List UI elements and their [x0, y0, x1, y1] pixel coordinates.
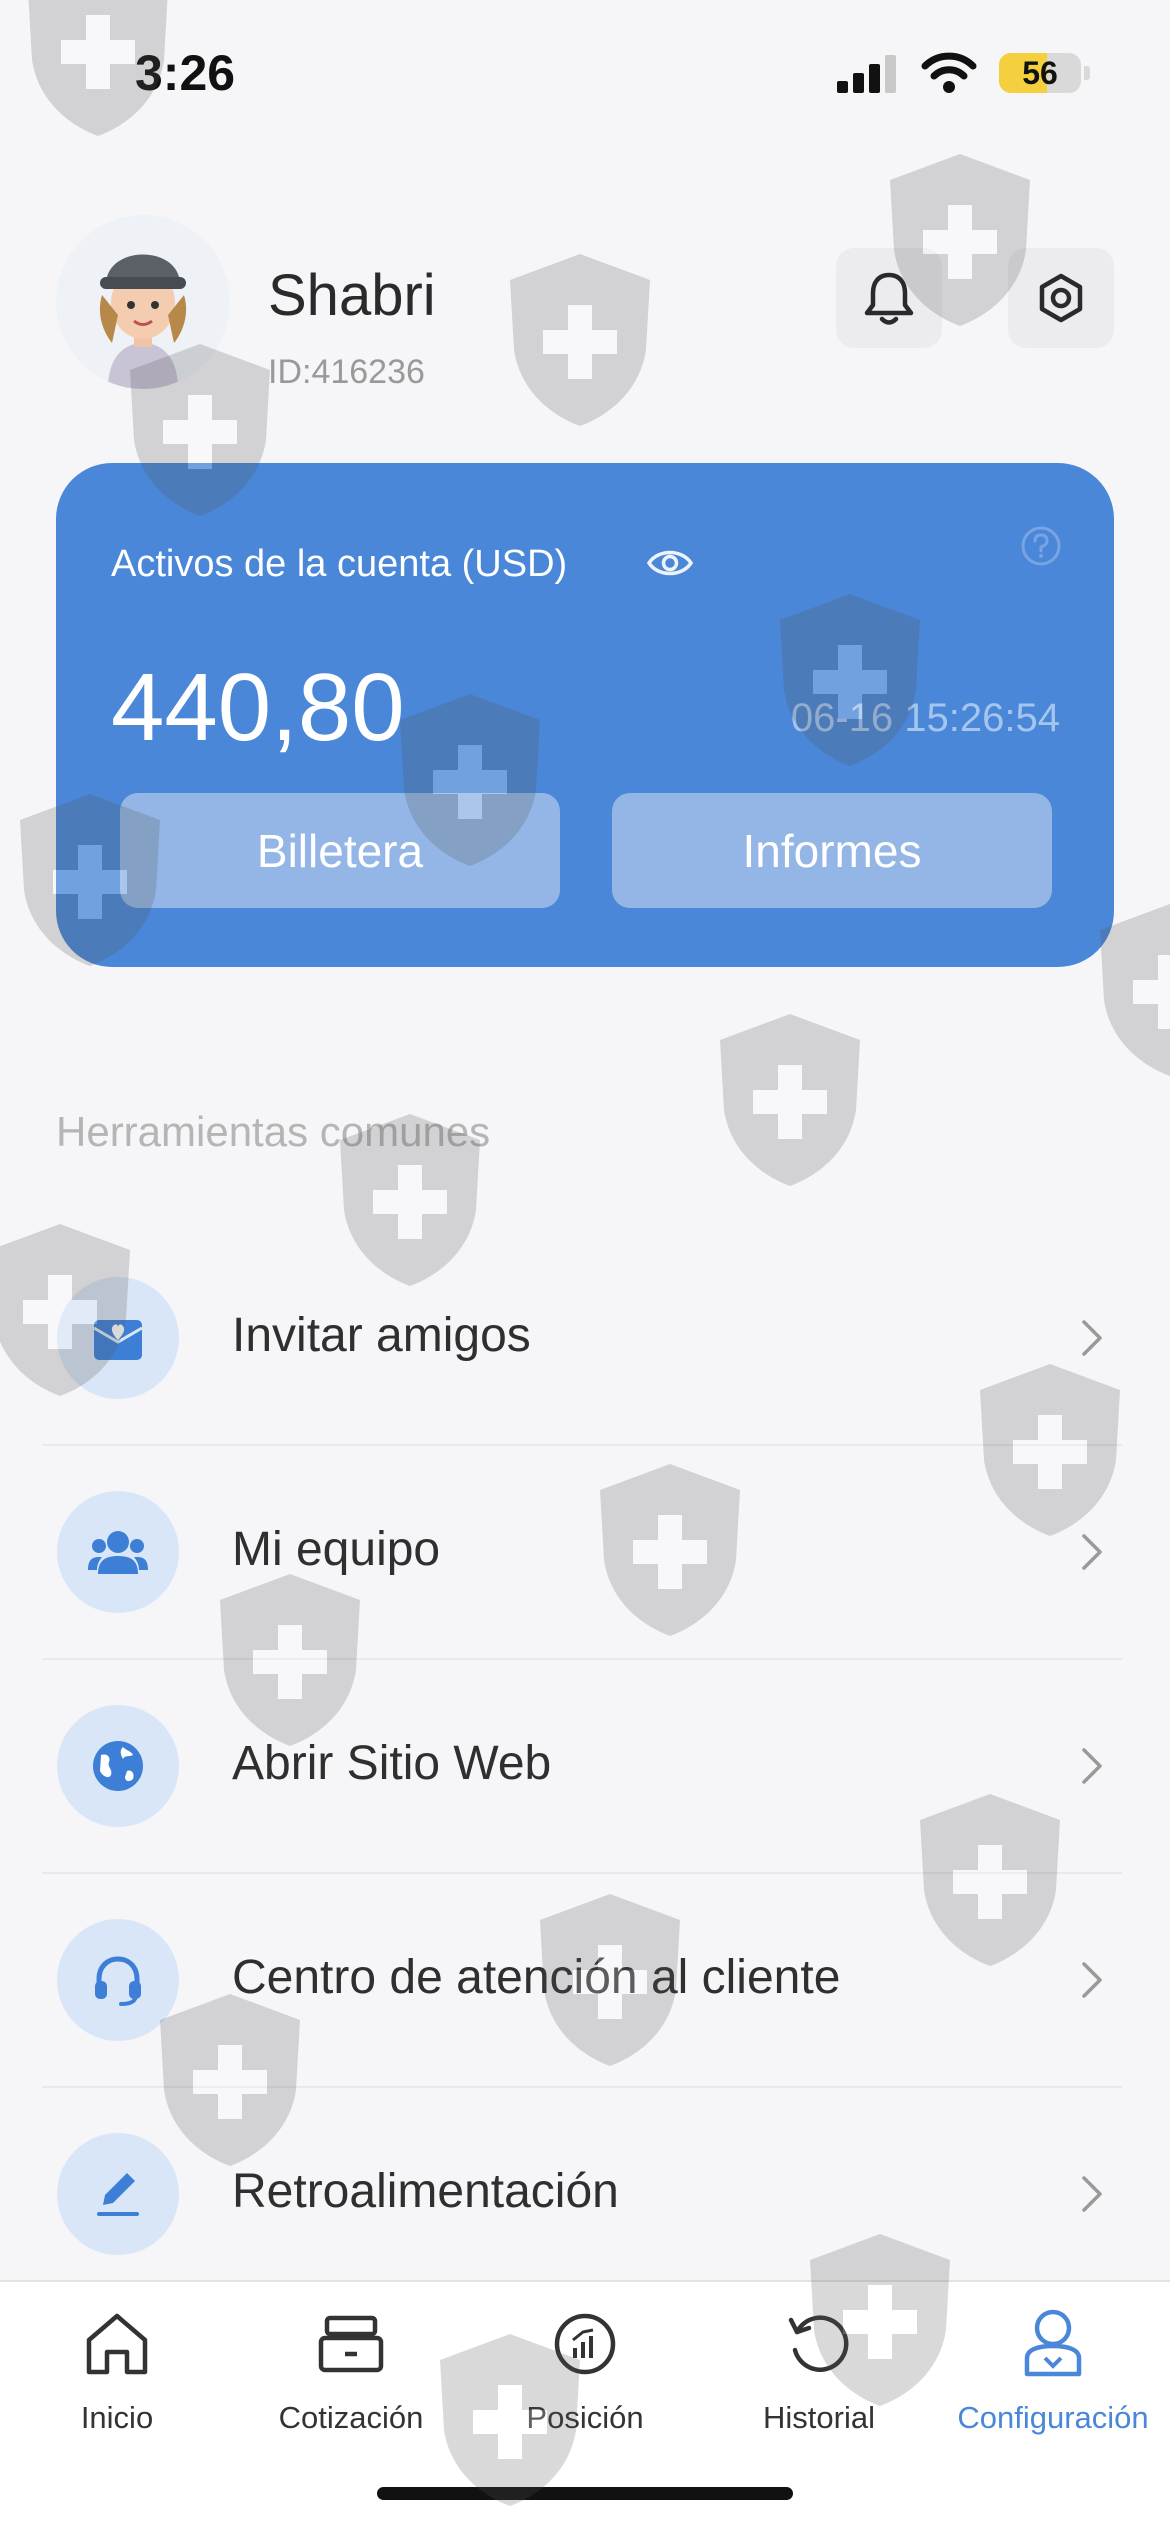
tab-label: Historial: [763, 2400, 875, 2435]
menu-label: Retroalimentación: [232, 2165, 619, 2218]
watermark-shield-icon: [720, 1014, 860, 1186]
headset-icon: [57, 1919, 179, 2041]
history-icon: [788, 2315, 849, 2372]
menu-item-my-team[interactable]: Mi equipo: [42, 1446, 1122, 1660]
avatar[interactable]: [56, 215, 230, 389]
quote-icon: [318, 2315, 384, 2373]
watermark-shield-icon: [510, 254, 650, 426]
reports-button[interactable]: Informes: [612, 793, 1052, 908]
globe-icon: [57, 1705, 179, 1827]
tab-inicio[interactable]: Inicio: [0, 2302, 234, 2436]
account-title: Activos de la cuenta (USD): [111, 543, 568, 585]
home-icon: [86, 2313, 148, 2375]
home-indicator: [377, 2487, 793, 2500]
settings-button[interactable]: [1008, 248, 1114, 348]
team-icon: [57, 1491, 179, 1613]
status-icons: 56: [837, 52, 1090, 94]
avatar-illustration: [56, 215, 230, 389]
cellular-signal-icon: [837, 55, 896, 93]
eye-icon[interactable]: [646, 543, 694, 583]
username: Shabri: [268, 263, 436, 328]
menu-label: Centro de atención al cliente: [232, 1951, 841, 2004]
tab-posicion[interactable]: Posición: [468, 2302, 702, 2436]
status-time: 3:26: [135, 45, 236, 101]
settings-screen: 3:26 56 Shabri ID:416236 Activos de la c…: [0, 0, 1170, 2532]
menu-label: Invitar amigos: [232, 1309, 531, 1362]
tab-label: Inicio: [80, 2400, 154, 2435]
tab-label: Configuración: [957, 2400, 1149, 2435]
account-balance: 440,80: [111, 654, 405, 761]
menu-item-feedback[interactable]: Retroalimentación: [42, 2088, 1122, 2302]
chevron-right-icon: [1082, 1534, 1102, 1570]
help-icon[interactable]: [1020, 525, 1062, 567]
profile-icon: [1024, 2309, 1082, 2377]
tab-configuracion[interactable]: Configuración: [936, 2302, 1170, 2436]
chevron-right-icon: [1082, 1748, 1102, 1784]
chevron-right-icon: [1082, 1962, 1102, 1998]
menu-item-open-website[interactable]: Abrir Sitio Web: [42, 1660, 1122, 1874]
invite-envelope-icon: [57, 1277, 179, 1399]
wifi-icon: [921, 52, 977, 93]
balance-timestamp: 06-16 15:26:54: [790, 696, 1060, 740]
gear-icon: [1039, 273, 1083, 323]
user-id: ID:416236: [268, 353, 425, 391]
menu-label: Abrir Sitio Web: [232, 1737, 552, 1790]
battery-level: 56: [1022, 54, 1058, 91]
tab-label: Cotización: [278, 2400, 424, 2435]
position-icon: [554, 2313, 616, 2375]
pen-icon: [57, 2133, 179, 2255]
tab-cotizacion[interactable]: Cotización: [234, 2302, 468, 2436]
menu-item-invite-friends[interactable]: Invitar amigos: [42, 1232, 1122, 1446]
account-card: Activos de la cuenta (USD) 440,80 06-16 …: [56, 463, 1114, 967]
wallet-button[interactable]: Billetera: [120, 793, 560, 908]
chevron-right-icon: [1082, 2176, 1102, 2212]
menu-label: Mi equipo: [232, 1523, 441, 1576]
tab-historial[interactable]: Historial: [702, 2302, 936, 2436]
tools-section-title: Herramientas comunes: [56, 1108, 491, 1155]
battery-icon: 56: [999, 53, 1081, 93]
tab-label: Posición: [526, 2400, 644, 2435]
menu-item-customer-service[interactable]: Centro de atención al cliente: [42, 1874, 1122, 2088]
chevron-right-icon: [1082, 1320, 1102, 1356]
bell-icon: [864, 272, 914, 325]
status-bar: 3:26 56: [0, 0, 1170, 150]
notifications-button[interactable]: [836, 248, 942, 348]
